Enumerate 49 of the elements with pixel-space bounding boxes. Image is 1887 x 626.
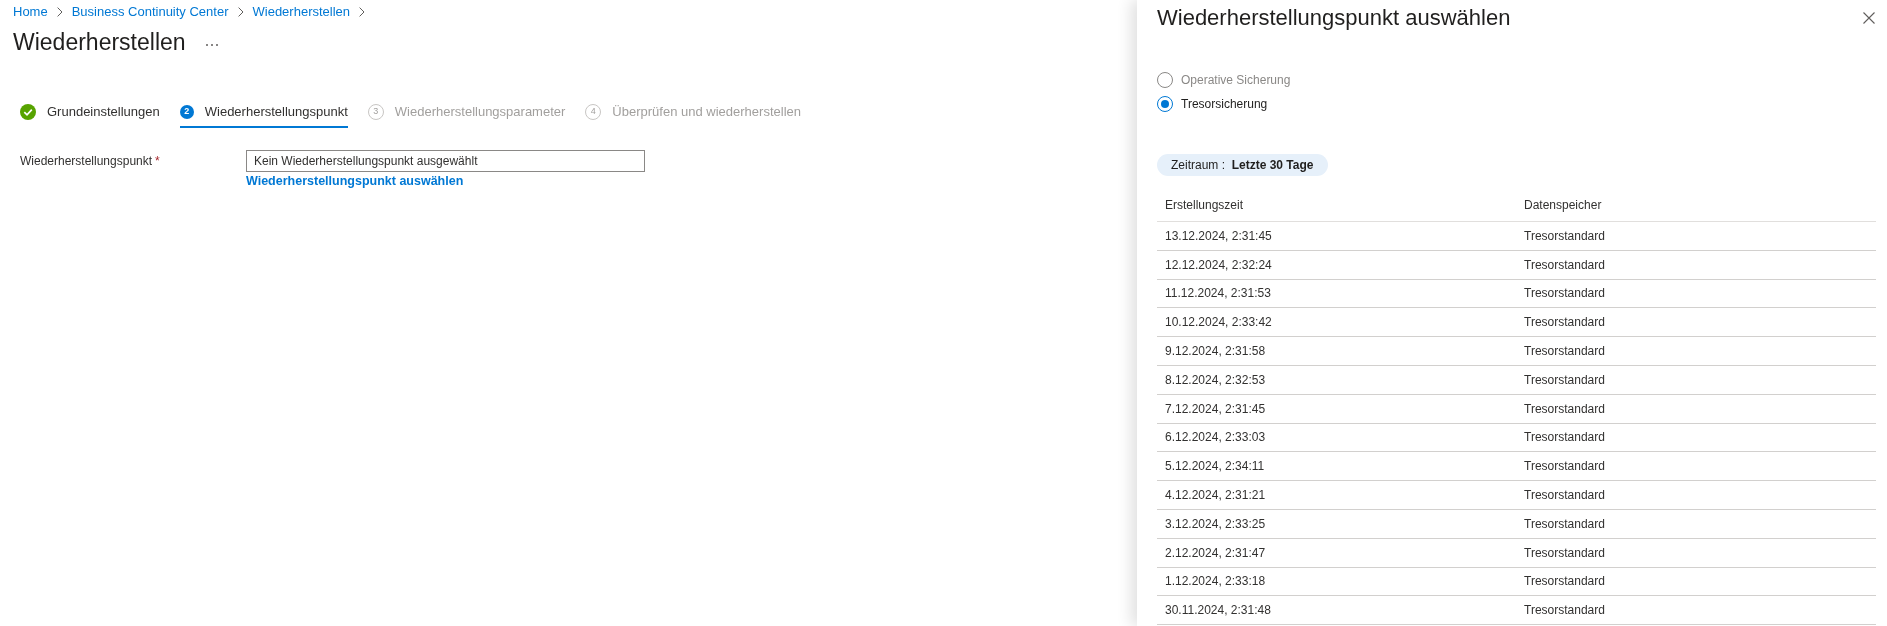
breadcrumb-link[interactable]: Wiederherstellen — [252, 2, 351, 22]
panel-title: Wiederherstellungspunkt auswählen — [1157, 4, 1511, 32]
table-cell-text: Tresorstandard — [1524, 256, 1605, 274]
chevron-right-icon — [237, 7, 244, 17]
table-cell-text: 2.12.2024, 2:31:47 — [1165, 544, 1266, 562]
table-cell-text: 13.12.2024, 2:31:45 — [1165, 227, 1272, 245]
table-cell-text: 30.11.2024, 2:31:48 — [1165, 602, 1271, 620]
input-field[interactable]: Kein Wiederherstellungspunkt ausgewählt — [246, 150, 645, 172]
table-cell-text: 5.12.2024, 2:34:11 — [1165, 458, 1265, 476]
table-cell-text: Tresorstandard — [1524, 544, 1605, 562]
table-cell-text: Tresorstandard — [1524, 314, 1605, 332]
table-cell-text: Tresorstandard — [1524, 429, 1605, 447]
breadcrumb-link[interactable]: Business Continuity Center — [71, 2, 229, 22]
table-cell-text: 1.12.2024, 2:33:18 — [1165, 573, 1266, 591]
table-cell-text: 11.12.2024, 2:31:53 — [1165, 285, 1271, 303]
table-cell-text: Tresorstandard — [1524, 400, 1605, 418]
page-title: Wiederherstellen — [13, 28, 186, 57]
table-cell-text: Tresorstandard — [1524, 227, 1605, 245]
table-cell-text: 4.12.2024, 2:31:21 — [1165, 487, 1266, 505]
table-cell-text: Tresorstandard — [1524, 285, 1605, 303]
wizard-step-tab[interactable]: Grundeinstellungen — [20, 98, 160, 128]
table-cell-text: Tresorstandard — [1524, 573, 1605, 591]
table-cell-text: 7.12.2024, 2:31:45 — [1165, 400, 1266, 418]
select-point-link[interactable]: Wiederherstellungspunkt auswählen — [246, 172, 464, 190]
table-cell-text: Tresorstandard — [1524, 602, 1605, 620]
table-cell-text: Tresorstandard — [1524, 343, 1605, 361]
radio-option[interactable]: Tresorsicherung — [1157, 94, 1268, 114]
table-cell-text: 8.12.2024, 2:32:53 — [1165, 371, 1266, 389]
table-cell-text: 9.12.2024, 2:31:58 — [1165, 343, 1266, 361]
table-cell-text: Tresorstandard — [1524, 487, 1605, 505]
field-label: Wiederherstellungspunkt — [20, 153, 153, 170]
table-cell-text: Tresorstandard — [1524, 371, 1605, 389]
column-header[interactable]: Datenspeicher — [1524, 195, 1602, 214]
table-cell-text: 10.12.2024, 2:33:42 — [1165, 314, 1272, 332]
table-cell-text: 6.12.2024, 2:33:03 — [1165, 429, 1266, 447]
breadcrumb-link[interactable]: Home — [13, 2, 48, 22]
chevron-right-icon — [359, 7, 366, 17]
column-header[interactable]: Erstellungszeit — [1165, 195, 1244, 214]
step-number: 2 — [179, 105, 194, 119]
table-cell-text: Tresorstandard — [1524, 515, 1605, 533]
table-cell-text: 3.12.2024, 2:33:25 — [1165, 515, 1266, 533]
filter-pill[interactable]: Zeitraum : Letzte 30 Tage — [1157, 154, 1328, 176]
close-icon — [1863, 12, 1875, 24]
close-button[interactable] — [1862, 11, 1876, 25]
wizard-step-tab[interactable]: 2 Wiederherstellungspunkt — [179, 98, 348, 128]
table-cell-text: Tresorstandard — [1524, 458, 1605, 476]
chevron-right-icon — [56, 7, 63, 17]
table-cell-text: 12.12.2024, 2:32:24 — [1165, 256, 1272, 274]
required-marker: * — [155, 153, 160, 170]
